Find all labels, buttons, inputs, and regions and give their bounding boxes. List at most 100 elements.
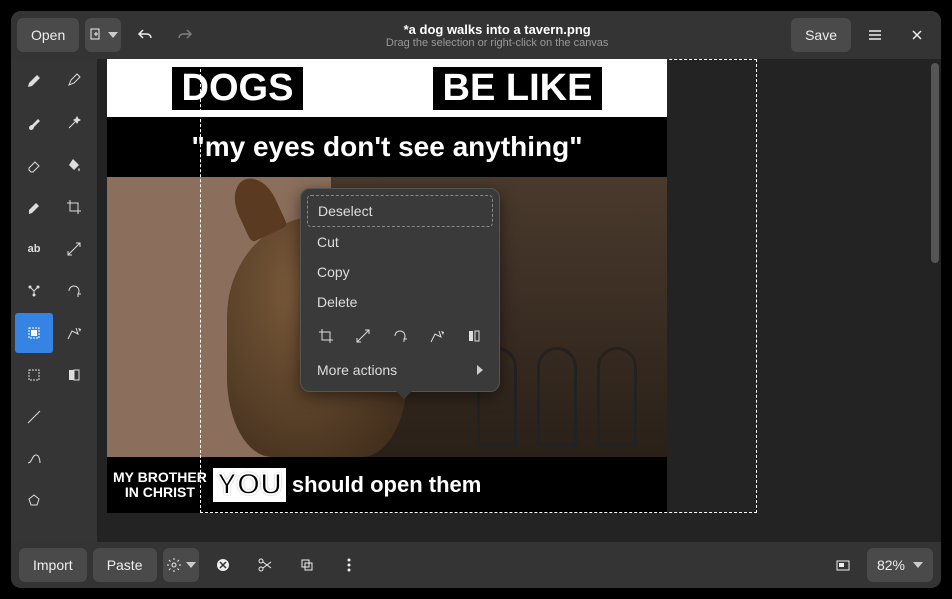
crop-icon	[318, 328, 334, 344]
ctx-rotate-button[interactable]	[383, 321, 418, 351]
tool-sidebar: ab	[11, 59, 97, 542]
title-area: *a dog walks into a tavern.png Drag the …	[209, 22, 785, 49]
highlighter-icon	[26, 199, 42, 215]
ctx-delete[interactable]: Delete	[307, 287, 493, 317]
gear-icon	[166, 557, 182, 573]
meme-text-bottom3: should open them	[292, 472, 481, 498]
meme-text-bottom1a: MY BROTHER	[113, 470, 207, 485]
scissors-icon	[257, 557, 273, 573]
save-button[interactable]: Save	[791, 18, 851, 52]
points-icon	[26, 283, 42, 299]
zoom-value: 82%	[877, 557, 905, 573]
ctx-cut[interactable]: Cut	[307, 227, 493, 257]
ctx-crop-button[interactable]	[309, 321, 344, 351]
window-title: *a dog walks into a tavern.png	[209, 22, 785, 37]
meme-text-bottom1b: IN CHRIST	[113, 485, 207, 500]
canvas-area[interactable]: DOGS BE LIKE "my eyes don't see anything…	[97, 59, 941, 542]
tool-highlighter[interactable]	[15, 187, 53, 227]
open-button[interactable]: Open	[17, 18, 79, 52]
bottombar: Import Paste 82%	[11, 542, 941, 588]
redo-icon	[177, 27, 193, 43]
paste-button[interactable]: Paste	[93, 548, 157, 582]
hamburger-icon	[867, 27, 883, 43]
fill-icon	[66, 157, 82, 173]
meme-text-mid: "my eyes don't see anything"	[107, 117, 667, 177]
tool-pencil[interactable]	[15, 61, 53, 101]
close-button[interactable]	[899, 18, 935, 52]
meme-text-you: YOU	[213, 468, 286, 502]
line-icon	[26, 409, 42, 425]
window-subtitle: Drag the selection or right-click on the…	[209, 37, 785, 49]
tool-fill[interactable]	[55, 145, 93, 185]
tool-shape[interactable]	[15, 481, 53, 521]
rotate-icon	[392, 328, 408, 344]
wand-icon	[66, 115, 82, 131]
more-button[interactable]	[331, 548, 367, 582]
text-icon: ab	[28, 243, 41, 255]
zoom-dropdown[interactable]: 82%	[867, 548, 933, 582]
eyedropper-icon	[66, 73, 82, 89]
tool-rect-select[interactable]	[15, 313, 53, 353]
tool-filter[interactable]	[55, 355, 93, 395]
undo-icon	[137, 27, 153, 43]
undo-button[interactable]	[127, 18, 163, 52]
pencil-icon	[26, 73, 42, 89]
hamburger-menu-button[interactable]	[857, 18, 893, 52]
resize-icon	[66, 241, 82, 257]
new-file-icon	[88, 27, 104, 43]
context-menu: Deselect Cut Copy Delete More actions	[300, 188, 500, 392]
ctx-scale-button[interactable]	[346, 321, 381, 351]
curve-icon	[26, 451, 42, 467]
flip-icon	[466, 328, 482, 344]
tool-text[interactable]: ab	[15, 229, 53, 269]
ctx-flip-button[interactable]	[456, 321, 491, 351]
tool-color-select[interactable]	[15, 355, 53, 395]
chevron-right-icon	[477, 365, 483, 375]
tool-options-button[interactable]	[163, 548, 199, 582]
import-button[interactable]: Import	[19, 548, 87, 582]
eraser-icon	[26, 157, 42, 173]
shape-icon	[26, 493, 42, 509]
close-icon	[909, 27, 925, 43]
chevron-down-icon	[186, 562, 196, 568]
vertical-scrollbar[interactable]	[931, 63, 939, 263]
minimap-icon	[835, 557, 851, 573]
redo-button[interactable]	[167, 18, 203, 52]
minimap-button[interactable]	[825, 548, 861, 582]
meme-text-top2: BE LIKE	[433, 67, 603, 110]
scale-icon	[355, 328, 371, 344]
tool-rotate[interactable]	[55, 271, 93, 311]
tool-points[interactable]	[15, 271, 53, 311]
meme-text-top1: DOGS	[172, 67, 304, 110]
delete-icon	[215, 557, 231, 573]
chevron-down-icon	[913, 562, 923, 568]
tool-curve[interactable]	[15, 439, 53, 479]
tool-wand[interactable]	[55, 103, 93, 143]
skew-icon	[429, 328, 445, 344]
tool-crop[interactable]	[55, 187, 93, 227]
more-icon	[341, 557, 357, 573]
ctx-icon-row	[307, 317, 493, 355]
tool-eyedropper[interactable]	[55, 61, 93, 101]
copy-icon	[299, 557, 315, 573]
ctx-deselect[interactable]: Deselect	[307, 195, 493, 227]
copy-button[interactable]	[289, 548, 325, 582]
delete-selection-button[interactable]	[205, 548, 241, 582]
chevron-down-icon	[108, 32, 118, 38]
color-select-icon	[26, 367, 42, 383]
new-dropdown-button[interactable]	[85, 18, 121, 52]
free-select-icon	[66, 325, 82, 341]
tool-brush[interactable]	[15, 103, 53, 143]
ctx-more-label: More actions	[317, 362, 397, 378]
tool-eraser[interactable]	[15, 145, 53, 185]
crop-icon	[66, 199, 82, 215]
filter-icon	[66, 367, 82, 383]
tool-line[interactable]	[15, 397, 53, 437]
ctx-skew-button[interactable]	[419, 321, 454, 351]
ctx-more-actions[interactable]: More actions	[307, 355, 493, 385]
rotate-icon	[66, 283, 82, 299]
cut-button[interactable]	[247, 548, 283, 582]
tool-resize[interactable]	[55, 229, 93, 269]
tool-free-select[interactable]	[55, 313, 93, 353]
ctx-copy[interactable]: Copy	[307, 257, 493, 287]
